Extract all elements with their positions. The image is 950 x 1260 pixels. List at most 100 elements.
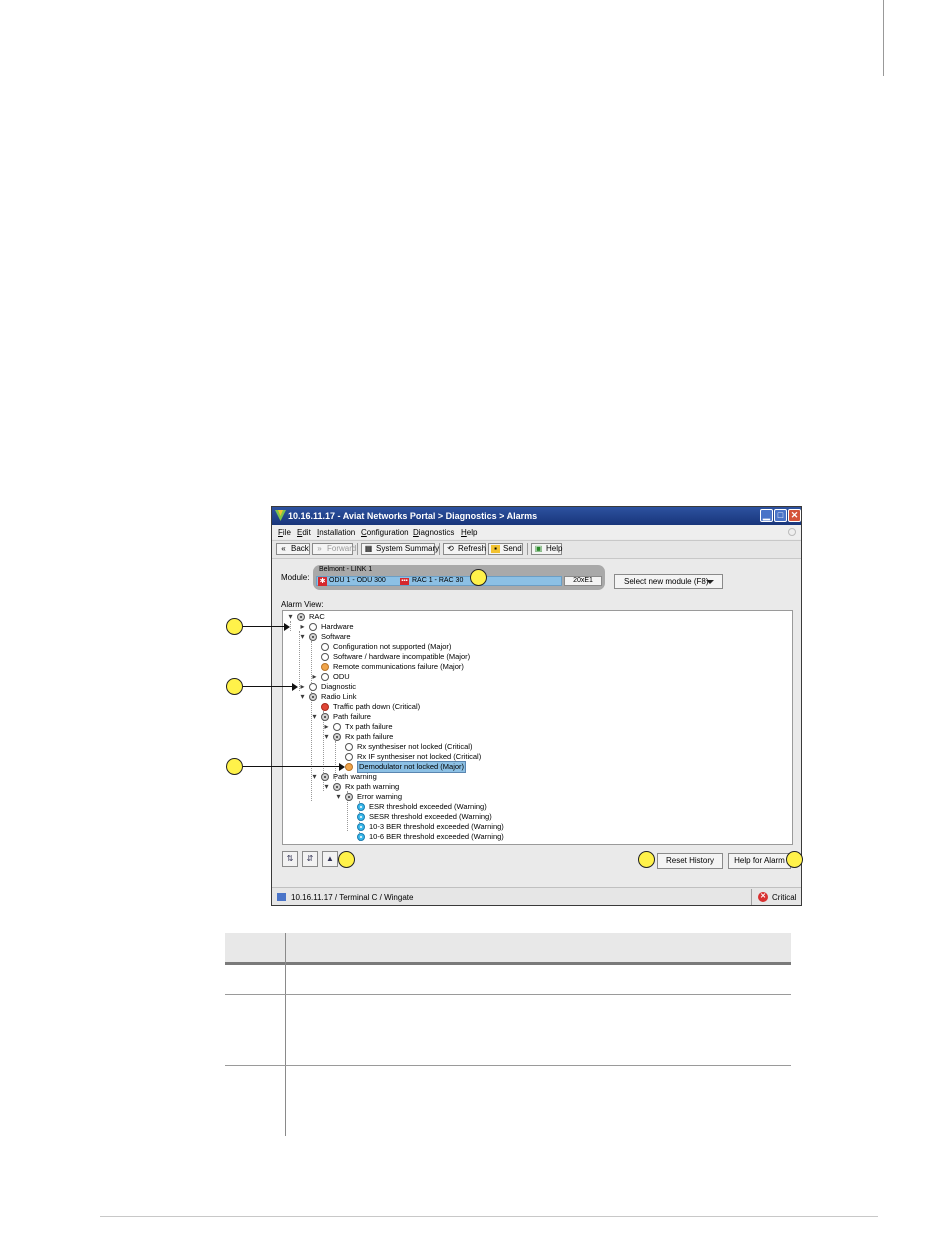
capacity-badge: 20xE1 [564,576,602,586]
window-title: 10.16.11.17 - Aviat Networks Portal > Di… [288,511,538,521]
refresh-label: Refresh [458,544,487,553]
network-icon [277,893,286,901]
forward-arrow-icon: » [317,544,322,553]
expanded-toggle-icon[interactable]: ▾ [298,693,307,701]
refresh-button[interactable]: ⟲ Refresh [443,543,486,555]
alarm-status-icon [309,693,317,701]
toolbar-separator [357,543,358,555]
alarm-node-label: Radio Link [321,692,357,701]
alarm-status-icon [357,803,365,811]
minimize-button[interactable]: ▁ [760,509,773,522]
alarm-node-label: Hardware [321,622,354,631]
alarm-status-icon [321,653,329,661]
app-window: 10.16.11.17 - Aviat Networks Portal > Di… [271,506,802,906]
callout-marker [470,569,487,586]
alarm-node-label: ODU [333,672,350,681]
callout-marker [638,851,655,868]
menu-help[interactable]: Help [461,528,477,537]
page-footer-rule [100,1216,878,1217]
menu-bar: File Edit Installation Configuration Dia… [272,525,801,539]
module-name: Belmont - LINK 1 [319,566,373,573]
send-button[interactable]: ▪ Send [488,543,523,555]
odu-module[interactable]: ODU 1 - ODU 300 [329,577,386,584]
callout-leader [243,766,340,767]
module-bar[interactable]: ✱ ODU 1 - ODU 300 ▪▪▪ RAC 1 - RAC 30 [316,576,562,586]
table-column-divider [285,933,286,1136]
alarm-node-label: ESR threshold exceeded (Warning) [369,802,487,811]
forward-button[interactable]: » Forward [312,543,356,555]
expand-all-icon: ⇅ [286,854,294,863]
collapsed-toggle-icon[interactable]: ▸ [298,623,307,631]
expand-all-button[interactable]: ⇅ [282,851,298,867]
alarm-status-icon [357,823,365,831]
alarm-status-icon [333,733,341,741]
status-bar: 10.16.11.17 / Terminal C / Wingate ✕ Cri… [272,887,801,905]
module-label: Module: [281,573,310,582]
collapsed-toggle-icon[interactable]: ▸ [298,683,307,691]
alarm-node-label: Rx synthesiser not locked (Critical) [357,742,473,751]
system-summary-button[interactable]: ▦ System Summary [361,543,439,555]
expanded-toggle-icon[interactable]: ▾ [310,713,319,721]
help-for-alarm-button[interactable]: Help for Alarm [728,853,791,869]
alarm-node-label: Path failure [333,712,371,721]
alarm-node-label: Diagnostic [321,682,357,691]
help-for-alarm-label: Help for Alarm [734,856,785,865]
select-new-module-button[interactable]: Select new module (F8) [614,574,723,589]
status-separator [751,889,752,905]
callout-arrowhead [284,623,290,631]
select-new-module-label: Select new module (F8) [624,577,709,586]
alarm-status-icon [321,703,329,711]
expanded-toggle-icon[interactable]: ▾ [298,633,307,641]
alarm-status-icon [321,643,329,651]
alarm-node-label: Traffic path down (Critical) [333,702,421,711]
expanded-toggle-icon[interactable]: ▾ [310,773,319,781]
menu-configuration[interactable]: Configuration [361,528,409,537]
callout-marker [338,851,355,868]
back-arrow-icon: « [281,544,286,553]
alarm-status-icon [345,793,353,801]
title-bar[interactable]: 10.16.11.17 - Aviat Networks Portal > Di… [272,507,801,525]
help-icon: ▣ [534,544,543,553]
send-icon: ▪ [491,545,500,553]
callout-marker [226,678,243,695]
alarm-status-icon [345,763,353,771]
dropdown-arrow-icon [706,580,714,584]
expanded-toggle-icon[interactable]: ▾ [334,793,343,801]
back-button[interactable]: « Back [276,543,310,555]
page-margin-rule [883,0,884,76]
collapse-all-icon: ⇵ [306,854,314,863]
alarm-node-label: Remote communications failure (Major) [333,662,464,671]
alarm-node-label: Tx path failure [345,722,393,731]
menu-file[interactable]: File [278,528,291,537]
alarm-view-label: Alarm View: [281,600,324,609]
alarm-node-label: Rx path failure [345,732,394,741]
toolbar-separator [439,543,440,555]
close-button[interactable]: ✕ [788,509,801,522]
menu-edit[interactable]: Edit [297,528,311,537]
tree-connector [290,621,291,631]
expanded-toggle-icon[interactable]: ▾ [322,783,331,791]
show-active-alarms-button[interactable]: ▲ [322,851,338,867]
collapse-all-button[interactable]: ⇵ [302,851,318,867]
collapsed-toggle-icon[interactable]: ▸ [322,723,331,731]
expanded-toggle-icon[interactable]: ▾ [286,613,295,621]
module-selector[interactable]: Belmont - LINK 1 ✱ ODU 1 - ODU 300 ▪▪▪ R… [313,565,605,590]
menu-installation[interactable]: Installation [317,528,355,537]
alarm-node-label: Configuration not supported (Major) [333,642,452,651]
rac-module[interactable]: RAC 1 - RAC 30 [412,577,463,584]
collapsed-toggle-icon[interactable]: ▸ [310,673,319,681]
busy-indicator-icon [788,528,796,536]
aviat-logo-icon [275,510,286,521]
menu-diagnostics[interactable]: Diagnostics [413,528,454,537]
alarm-status-icon [309,683,317,691]
expanded-toggle-icon[interactable]: ▾ [322,733,331,741]
callout-marker [226,618,243,635]
help-button[interactable]: ▣ Help [531,543,562,555]
reset-history-button[interactable]: Reset History [657,853,723,869]
alarm-status-icon [357,833,365,841]
back-label: Back [291,544,309,553]
alarm-tree: ▾ RAC ▸ Hardware ▾ Software Configuration not … [282,610,793,845]
alarm-status-icon [345,753,353,761]
toolbar: «Back » Forward ▦ System Summary ⟲ Refresh … [272,540,801,559]
maximize-button[interactable]: □ [774,509,787,522]
